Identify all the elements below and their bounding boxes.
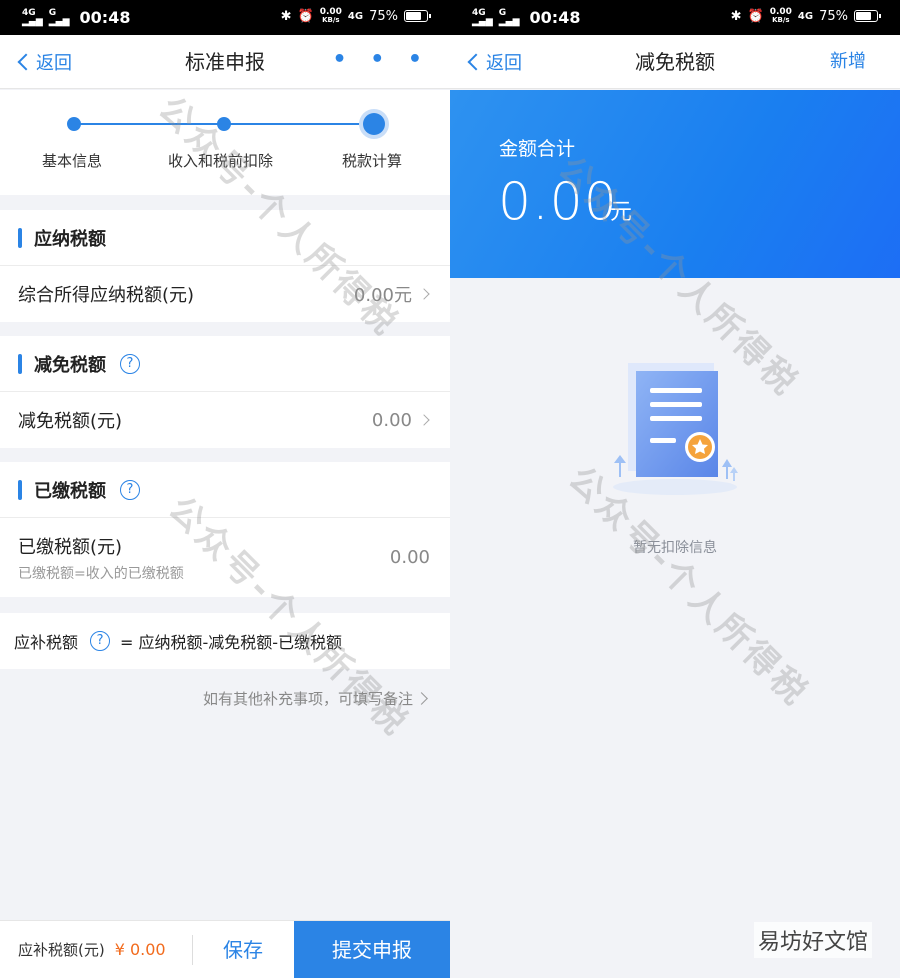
- network-speed: 0.00 KB/s: [319, 7, 342, 25]
- step-dot-2: [217, 117, 231, 131]
- payable-tax-value: 0.00元: [353, 285, 412, 306]
- standard-declaration-screen: 4G ▂▄▆ G ▂▄▆ 00:48 ✱ ⏰ 0.00 KB/s 4G 75% 返回 …: [0, 0, 450, 978]
- step-label-income: 收入和税前扣除: [168, 152, 274, 170]
- save-button[interactable]: 保存: [193, 921, 293, 978]
- section-title-paid: 已缴税额: [34, 480, 106, 502]
- section-reduction: 减免税额 ? 减免税额(元) 0.00: [0, 336, 450, 448]
- bottom-bar: 应补税额(元) ¥ 0.00 保存 提交申报: [0, 920, 450, 978]
- section-marker: [18, 353, 22, 374]
- section-marker: [18, 479, 22, 500]
- submit-declaration-button[interactable]: 提交申报: [294, 921, 450, 978]
- step-dot-3-active: [363, 113, 385, 135]
- chevron-left-icon: [17, 53, 35, 71]
- chevron-right-icon: [418, 414, 430, 426]
- total-amount-value: 0.00: [498, 172, 618, 232]
- bottom-tax-label: 应补税额(元): [18, 941, 105, 959]
- alarm-icon: ⏰: [297, 8, 314, 24]
- step-label-basic-info: 基本信息: [42, 152, 103, 170]
- section-title-payable: 应纳税额: [34, 228, 106, 250]
- paid-tax-value: 0.00: [389, 547, 430, 568]
- tax-reduction-screen: 4G ▂▄▆ G ▂▄▆ 00:48 ✱ ⏰ 0.00 KB/s 4G 75% 返回 …: [450, 0, 900, 978]
- signal-icon-2: G ▂▄▆: [48, 7, 70, 27]
- status-time: 00:48: [529, 8, 581, 27]
- more-icon[interactable]: • • •: [332, 35, 430, 89]
- status-time: 00:48: [79, 8, 131, 27]
- step-dot-1: [67, 117, 81, 131]
- network-type: 4G: [797, 10, 814, 22]
- battery-percent: 75%: [369, 8, 398, 24]
- help-icon[interactable]: ?: [120, 479, 140, 500]
- paid-tax-hint: 已缴税额=收入的已缴税额: [18, 565, 184, 582]
- section-title-reduction: 减免税额: [34, 354, 106, 376]
- section-paid: 已缴税额 ? 已缴税额(元) 已缴税额=收入的已缴税额 0.00: [0, 462, 450, 597]
- remark-link[interactable]: 如有其他补充事项，可填写备注: [203, 688, 428, 709]
- reduction-tax-value: 0.00: [371, 409, 412, 431]
- bottom-tax-amount: ¥ 0.00: [114, 940, 166, 959]
- signal-icon-2: G ▂▄▆: [498, 7, 520, 27]
- empty-state-text: 暂无扣除信息: [633, 540, 717, 556]
- battery-icon: [854, 10, 881, 22]
- chevron-right-icon: [415, 692, 428, 705]
- formula-row: 应补税额 ? = 应纳税额-减免税额-已缴税额: [0, 613, 450, 669]
- empty-document-icon: [613, 363, 738, 495]
- section-payable: 应纳税额 综合所得应纳税额(元) 0.00元: [0, 210, 450, 322]
- corner-watermark: 易坊好文馆: [753, 922, 872, 958]
- add-button[interactable]: 新增: [830, 35, 866, 89]
- network-speed: 0.00 KB/s: [769, 7, 792, 25]
- total-amount-banner: 金额合计 0.00 元: [450, 90, 900, 278]
- total-amount-unit: 元: [610, 200, 633, 225]
- bluetooth-icon: ✱: [730, 8, 742, 24]
- section-marker: [18, 227, 22, 248]
- nav-bar: 返回 标准申报 • • •: [0, 35, 450, 89]
- total-amount-label: 金额合计: [499, 138, 576, 160]
- help-icon[interactable]: ?: [90, 631, 111, 651]
- back-button[interactable]: 返回: [466, 35, 522, 89]
- row-reduction-tax[interactable]: 减免税额(元) 0.00: [0, 392, 450, 448]
- step-label-tax-calc: 税款计算: [342, 152, 403, 170]
- progress-steps: 基本信息 收入和税前扣除 税款计算: [0, 90, 450, 195]
- formula-label: 应补税额: [14, 633, 79, 652]
- status-bar: 4G ▂▄▆ G ▂▄▆ 00:48 ✱ ⏰ 0.00 KB/s 4G 75%: [450, 0, 900, 35]
- row-payable-tax[interactable]: 综合所得应纳税额(元) 0.00元: [0, 266, 450, 322]
- help-icon[interactable]: ?: [120, 353, 140, 374]
- chevron-right-icon: [418, 288, 430, 300]
- status-bar: 4G ▂▄▆ G ▂▄▆ 00:48 ✱ ⏰ 0.00 KB/s 4G 75%: [0, 0, 450, 35]
- alarm-icon: ⏰: [747, 8, 764, 24]
- bluetooth-icon: ✱: [280, 8, 292, 24]
- battery-percent: 75%: [819, 8, 848, 24]
- signal-icon: 4G ▂▄▆: [472, 7, 493, 27]
- chevron-left-icon: [467, 53, 485, 71]
- row-paid-tax: 已缴税额(元) 已缴税额=收入的已缴税额 0.00: [18, 536, 430, 582]
- battery-icon: [404, 10, 431, 22]
- signal-icon: 4G ▂▄▆: [22, 7, 43, 27]
- back-button[interactable]: 返回: [16, 35, 72, 89]
- formula-expression: = 应纳税额-减免税额-已缴税额: [120, 633, 343, 652]
- network-type: 4G: [347, 10, 364, 22]
- nav-bar: 返回 减免税额 新增: [450, 35, 900, 89]
